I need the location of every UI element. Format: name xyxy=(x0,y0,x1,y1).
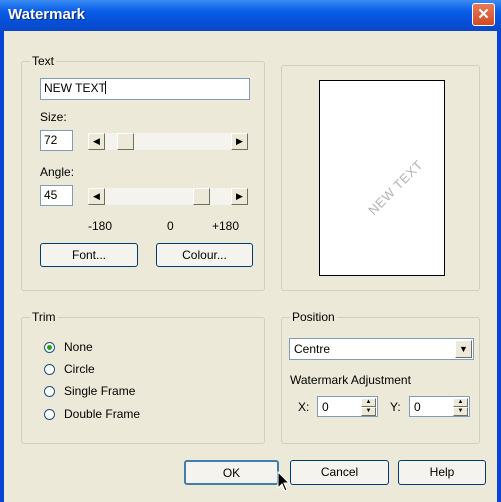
angle-scale-max: +180 xyxy=(212,219,240,233)
dialog-client-area: Text NEW TEXT Size: 72 ◀ ▶ Angle: 45 ◀ ▶… xyxy=(4,31,497,502)
y-spinner[interactable]: 0 ▲ ▼ xyxy=(409,396,470,417)
radio-selected-dot xyxy=(47,345,52,350)
arrow-right-icon: ▶ xyxy=(236,191,243,201)
size-scroll-right-button[interactable]: ▶ xyxy=(231,133,248,150)
trim-none-radio[interactable] xyxy=(44,342,55,353)
trim-double-frame-label[interactable]: Double Frame xyxy=(64,407,140,421)
size-slider[interactable]: ◀ ▶ xyxy=(88,133,248,150)
y-label: Y: xyxy=(390,400,401,414)
x-label: X: xyxy=(298,400,310,414)
angle-scale-min: -180 xyxy=(88,219,113,233)
y-spin-buttons[interactable]: ▲ ▼ xyxy=(453,398,468,417)
trim-group: Trim None Circle Single Frame Double Fra… xyxy=(21,310,265,444)
angle-label: Angle: xyxy=(40,165,75,179)
trim-double-frame-radio[interactable] xyxy=(44,409,55,420)
position-group: Position Centre ▼ Watermark Adjustment X… xyxy=(281,310,480,444)
watermark-adjustment-label: Watermark Adjustment xyxy=(290,373,411,387)
close-icon: ✕ xyxy=(477,6,490,23)
spin-down-icon[interactable]: ▼ xyxy=(453,407,468,416)
angle-slider[interactable]: ◀ ▶ xyxy=(88,188,248,205)
close-button[interactable]: ✕ xyxy=(472,3,495,26)
watermark-dialog: Watermark ✕ Text NEW TEXT Size: 72 ◀ ▶ A… xyxy=(0,0,501,502)
x-spin-buttons[interactable]: ▲ ▼ xyxy=(361,398,376,417)
angle-field[interactable]: 45 xyxy=(40,185,73,206)
help-button[interactable]: Help xyxy=(398,460,486,485)
size-label: Size: xyxy=(40,110,67,124)
x-spinner[interactable]: 0 ▲ ▼ xyxy=(317,396,378,417)
trim-circle-radio[interactable] xyxy=(44,364,55,375)
trim-single-frame-label[interactable]: Single Frame xyxy=(64,384,135,398)
cancel-button[interactable]: Cancel xyxy=(290,460,389,485)
preview-frame: NEW TEXT xyxy=(281,65,480,291)
watermark-text-value: NEW TEXT xyxy=(44,81,106,95)
size-field[interactable]: 72 xyxy=(40,130,73,151)
angle-scale-mid: 0 xyxy=(167,219,174,233)
angle-slider-thumb[interactable] xyxy=(193,188,210,205)
ok-button[interactable]: OK xyxy=(184,460,279,485)
angle-scroll-left-button[interactable]: ◀ xyxy=(88,188,105,205)
spin-up-icon[interactable]: ▲ xyxy=(453,398,468,407)
position-selected-value: Centre xyxy=(294,342,331,356)
preview-page: NEW TEXT xyxy=(319,80,445,276)
trim-none-label[interactable]: None xyxy=(64,340,93,354)
position-dropdown-button[interactable]: ▼ xyxy=(455,340,472,358)
colour-button[interactable]: Colour... xyxy=(156,243,253,267)
title-bar[interactable]: Watermark ✕ xyxy=(0,0,501,31)
x-value: 0 xyxy=(322,400,329,414)
arrow-left-icon: ◀ xyxy=(93,136,100,146)
preview-watermark-text: NEW TEXT xyxy=(365,157,426,218)
font-button[interactable]: Font... xyxy=(40,243,138,267)
y-value: 0 xyxy=(414,400,421,414)
spin-down-icon[interactable]: ▼ xyxy=(361,407,376,416)
size-scroll-left-button[interactable]: ◀ xyxy=(88,133,105,150)
chevron-down-icon: ▼ xyxy=(459,344,468,354)
arrow-left-icon: ◀ xyxy=(93,191,100,201)
size-slider-thumb[interactable] xyxy=(117,133,134,150)
text-group-label: Text xyxy=(30,54,57,68)
mouse-pointer-icon xyxy=(277,471,291,492)
text-group: Text NEW TEXT Size: 72 ◀ ▶ Angle: 45 ◀ ▶… xyxy=(21,54,265,291)
position-select[interactable]: Centre ▼ xyxy=(289,338,474,360)
spin-up-icon[interactable]: ▲ xyxy=(361,398,376,407)
trim-circle-label[interactable]: Circle xyxy=(64,362,95,376)
trim-single-frame-radio[interactable] xyxy=(44,386,55,397)
text-caret xyxy=(104,81,106,94)
window-title: Watermark xyxy=(8,6,85,23)
angle-scroll-right-button[interactable]: ▶ xyxy=(231,188,248,205)
position-group-label: Position xyxy=(290,310,337,324)
arrow-right-icon: ▶ xyxy=(236,136,243,146)
watermark-text-field[interactable]: NEW TEXT xyxy=(40,78,250,100)
trim-group-label: Trim xyxy=(30,310,58,324)
